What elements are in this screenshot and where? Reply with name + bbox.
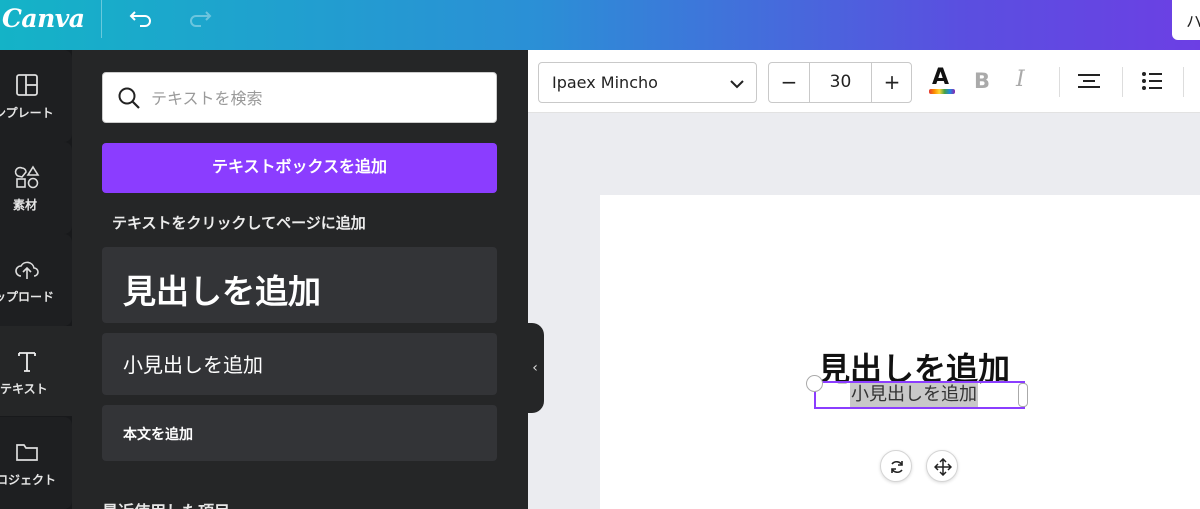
elements-icon [14, 165, 40, 189]
bold-button[interactable]: B [974, 69, 1002, 97]
font-size-value[interactable]: 30 [810, 63, 871, 102]
search-input[interactable] [151, 83, 481, 113]
rail-label-templates: ンプレート [0, 106, 54, 120]
move-icon [934, 458, 952, 476]
rail-label-projects: ロジェクト [0, 473, 57, 487]
rail-label-text: テキスト [0, 382, 48, 396]
rail-item-projects[interactable]: ロジェクト [0, 417, 72, 509]
font-family-dropdown[interactable]: Ipaex Mincho [538, 62, 757, 103]
add-heading-label: 見出しを追加 [123, 272, 321, 311]
italic-button[interactable]: I [1016, 67, 1044, 95]
align-center-icon [1078, 74, 1100, 88]
canva-logo[interactable]: Canva [2, 4, 85, 33]
selection-handle-left[interactable] [806, 375, 823, 392]
left-icon-rail: ンプレート 素材 ップロード テキスト ロジェクト [0, 50, 72, 509]
collapse-panel-handle[interactable]: ‹ [526, 323, 544, 413]
text-icon [18, 352, 36, 372]
rail-label-elements: 素材 [13, 198, 38, 212]
recent-items-title: 最近使用した項目 [102, 498, 230, 509]
selection-handle-right[interactable] [1018, 383, 1028, 407]
canvas-subheading-text[interactable]: 小見出しを追加 [850, 383, 978, 407]
bullet-list-icon [1142, 72, 1162, 90]
bullet-list-button[interactable] [1140, 68, 1168, 96]
add-subheading-label: 小見出しを追加 [123, 353, 263, 377]
add-textbox-button[interactable]: テキストボックスを追加 [102, 143, 497, 193]
font-size-stepper: − 30 + [768, 62, 912, 103]
rotate-button[interactable] [880, 450, 912, 482]
format-toolbar: Ipaex Mincho − 30 + A B I [528, 50, 1200, 113]
upload-cloud-icon [15, 261, 39, 279]
move-button[interactable] [926, 450, 958, 482]
panel-subtitle: テキストをクリックしてページに追加 [112, 214, 366, 232]
add-body-text-label: 本文を追加 [123, 427, 193, 443]
text-color-letter: A [932, 65, 950, 90]
text-color-button[interactable]: A [928, 65, 956, 96]
toolbar-divider [1059, 67, 1060, 97]
rail-item-templates[interactable]: ンプレート [0, 50, 72, 142]
search-box[interactable] [102, 72, 497, 123]
add-heading-card[interactable]: 見出しを追加 [102, 247, 497, 323]
search-icon [118, 87, 140, 109]
template-icon [16, 74, 38, 96]
font-size-increase-button[interactable]: + [871, 63, 912, 102]
font-family-value: Ipaex Mincho [552, 73, 658, 92]
text-align-button[interactable] [1075, 68, 1103, 96]
rail-item-uploads[interactable]: ップロード [0, 234, 72, 326]
rail-item-text[interactable]: テキスト [0, 326, 72, 416]
font-size-decrease-button[interactable]: − [769, 63, 810, 102]
topbar-right-button[interactable]: ハ [1172, 0, 1200, 40]
folder-icon [16, 444, 38, 461]
rail-item-elements[interactable]: 素材 [0, 142, 72, 234]
text-side-panel: テキストボックスを追加 テキストをクリックしてページに追加 見出しを追加 小見出… [72, 50, 528, 509]
rotate-icon [891, 460, 903, 474]
undo-icon[interactable] [126, 2, 156, 32]
add-body-text-card[interactable]: 本文を追加 [102, 405, 497, 461]
add-subheading-card[interactable]: 小見出しを追加 [102, 333, 497, 395]
redo-icon[interactable] [185, 2, 215, 32]
rail-label-uploads: ップロード [0, 290, 55, 304]
color-rainbow-bar [929, 89, 955, 94]
topbar-divider [101, 0, 102, 38]
chevron-down-icon [730, 80, 744, 89]
toolbar-divider [1122, 67, 1123, 97]
chevron-left-icon: ‹ [532, 360, 538, 376]
toolbar-divider [1183, 67, 1184, 97]
top-bar: Canva ハ [0, 0, 1200, 50]
